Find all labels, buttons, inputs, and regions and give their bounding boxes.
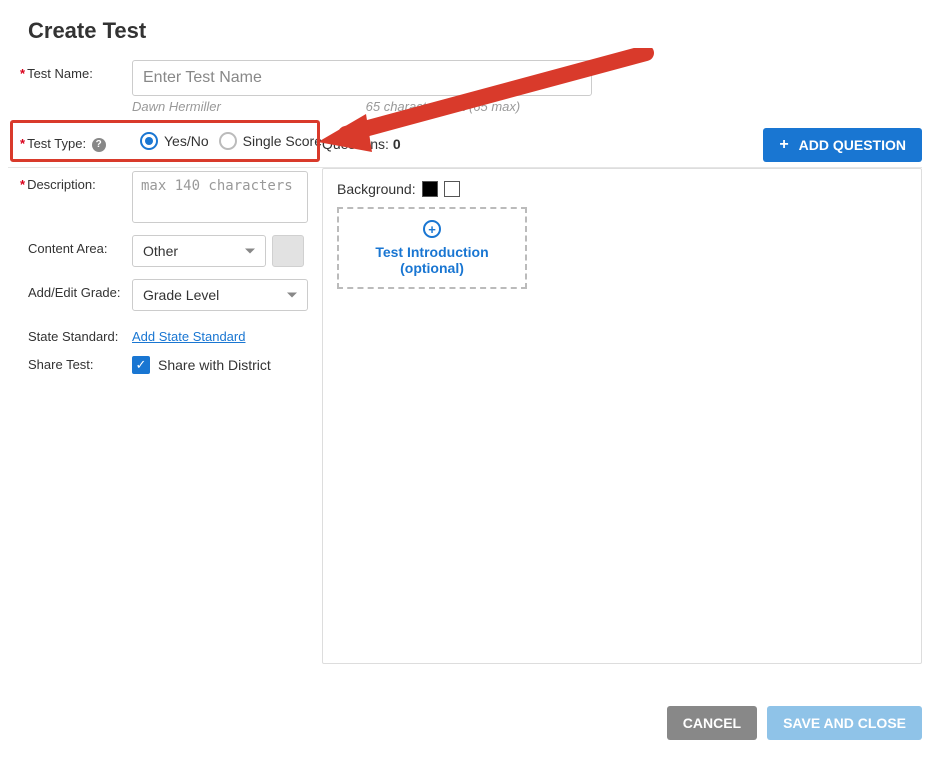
state-standard-label: State Standard: [28, 323, 132, 344]
background-label: Background: [337, 181, 416, 197]
background-swatch-white[interactable] [444, 181, 460, 197]
share-option-label: Share with District [158, 357, 271, 373]
chevron-down-icon [287, 292, 297, 297]
test-name-input[interactable] [132, 60, 592, 96]
add-state-standard-link[interactable]: Add State Standard [132, 323, 245, 344]
share-label: Share Test: [28, 357, 132, 372]
chars-left: 65 characters left (65 max) [366, 99, 521, 114]
questions-count: Questions: 0 [322, 136, 401, 152]
description-label: *Description: [20, 171, 132, 192]
content-area-label: Content Area: [28, 235, 132, 256]
required-indicator: * [20, 136, 25, 151]
required-indicator: * [20, 66, 25, 81]
test-introduction-placeholder[interactable]: + Test Introduction (optional) [337, 207, 527, 289]
help-icon[interactable]: ? [92, 138, 106, 152]
background-swatch-black[interactable] [422, 181, 438, 197]
share-checkbox[interactable]: ✓ [132, 356, 150, 374]
content-area-extra-button[interactable] [272, 235, 304, 267]
description-input[interactable] [132, 171, 308, 223]
plus-circle-icon: + [423, 220, 441, 238]
test-name-label: *Test Name: [20, 60, 132, 81]
page-title: Create Test [28, 18, 922, 44]
grade-select[interactable]: Grade Level [132, 279, 308, 311]
test-type-single-radio[interactable] [219, 132, 237, 150]
cancel-button[interactable]: CANCEL [667, 706, 757, 740]
test-type-label: *Test Type: ? [20, 130, 132, 153]
test-type-yesno-radio[interactable] [140, 132, 158, 150]
question-canvas: Background: + Test Introduction (optiona… [322, 168, 922, 664]
required-indicator: * [20, 177, 25, 192]
add-question-button[interactable]: + ADD QUESTION [763, 128, 922, 162]
content-area-select[interactable]: Other [132, 235, 266, 267]
grade-label: Add/Edit Grade: [28, 279, 132, 300]
test-type-yesno-label: Yes/No [164, 133, 209, 149]
test-type-single-label: Single Score [243, 133, 322, 149]
chevron-down-icon [245, 248, 255, 253]
plus-icon: + [779, 136, 788, 154]
test-author: Dawn Hermiller [132, 99, 362, 114]
save-and-close-button[interactable]: SAVE AND CLOSE [767, 706, 922, 740]
